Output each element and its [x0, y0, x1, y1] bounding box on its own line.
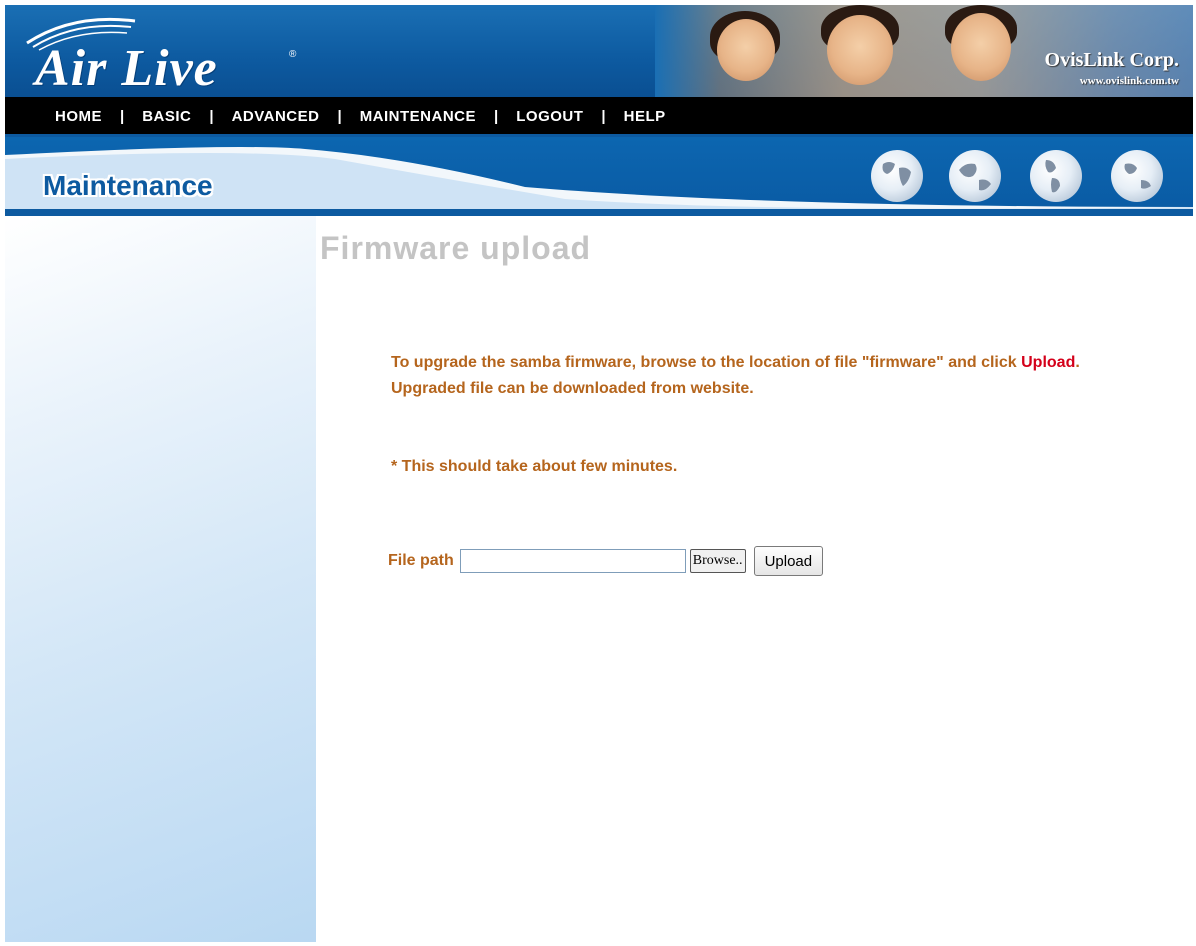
- corp-name: OvisLink Corp.: [1044, 49, 1179, 71]
- nav-advanced[interactable]: ADVANCED: [232, 108, 320, 125]
- globe-icon: [1030, 150, 1082, 202]
- corp-url: www.ovislink.com.tw: [1079, 75, 1179, 87]
- description-text: To upgrade the samba firmware, browse to…: [391, 354, 1022, 371]
- nav-help[interactable]: HELP: [624, 108, 666, 125]
- globe-icon: [871, 150, 923, 202]
- top-nav-bar: HOME | BASIC | ADVANCED | MAINTENANCE | …: [5, 97, 1193, 137]
- nav-separator: |: [601, 108, 606, 125]
- left-sidebar: [5, 216, 316, 942]
- nav-basic[interactable]: BASIC: [142, 108, 191, 125]
- nav-maintenance[interactable]: MAINTENANCE: [360, 108, 476, 125]
- upgrade-instructions: To upgrade the samba firmware, browse to…: [391, 350, 1081, 402]
- description-upload-highlight: Upload: [1021, 354, 1076, 371]
- globe-icon: [1111, 150, 1163, 202]
- header-banner: Air Live ® OvisLink Corp. www.ovislink.c…: [5, 5, 1193, 97]
- nav-separator: |: [337, 108, 342, 125]
- registered-mark: ®: [289, 49, 297, 60]
- nav-items: HOME | BASIC | ADVANCED | MAINTENANCE | …: [55, 108, 666, 125]
- upload-button[interactable]: Upload: [753, 546, 824, 576]
- nav-separator: |: [120, 108, 125, 125]
- section-banner: Maintenance: [5, 137, 1193, 216]
- nav-home[interactable]: HOME: [55, 108, 102, 125]
- nav-separator: |: [209, 108, 214, 125]
- browse-button[interactable]: Browse..: [689, 549, 746, 573]
- page-title: Firmware upload: [320, 230, 592, 266]
- main-content: Firmware upload To upgrade the samba fir…: [316, 216, 1193, 942]
- duration-note: * This should take about few minutes.: [391, 458, 678, 475]
- file-path-row: File path Browse.. Upload: [388, 546, 824, 576]
- airlive-logo: Air Live: [35, 40, 218, 97]
- section-title: Maintenance: [43, 170, 213, 201]
- file-path-input[interactable]: [459, 549, 686, 573]
- file-path-label: File path: [388, 552, 454, 569]
- globe-icon: [949, 150, 1001, 202]
- nav-logout[interactable]: LOGOUT: [516, 108, 583, 125]
- nav-separator: |: [494, 108, 499, 125]
